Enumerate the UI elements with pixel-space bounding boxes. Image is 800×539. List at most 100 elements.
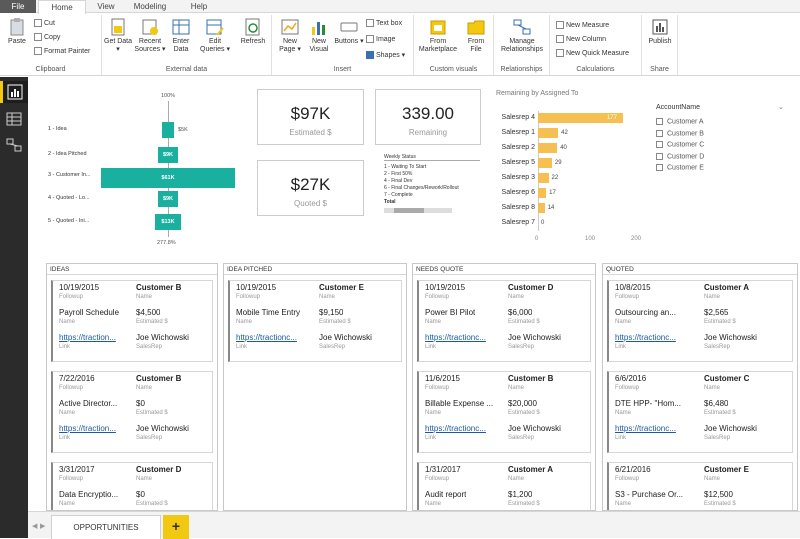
kpi-remaining-card[interactable]: 339.00 Remaining bbox=[375, 89, 481, 145]
page-tab-opportunities[interactable]: OPPORTUNITIES bbox=[51, 515, 161, 539]
bar[interactable] bbox=[538, 128, 559, 138]
checkbox[interactable] bbox=[656, 164, 663, 171]
funnel-top-percent: 100% bbox=[161, 93, 176, 99]
kanban-card[interactable]: 3/31/2017 Followup Customer D Name Data Encr… bbox=[51, 462, 213, 510]
new-visual-button[interactable]: New Visual bbox=[306, 17, 332, 54]
kanban-card[interactable]: 7/22/2016 Followup Customer B Name Active Di… bbox=[51, 371, 213, 453]
external-data-group-label: External data bbox=[165, 66, 208, 73]
bar-category-label: Salesrep 5 bbox=[501, 159, 535, 166]
tab-view[interactable]: View bbox=[94, 0, 118, 13]
checkbox[interactable] bbox=[656, 129, 663, 137]
card-estimated-amount: $12,500 bbox=[704, 490, 733, 499]
model-view-icon[interactable] bbox=[6, 137, 22, 153]
card-link[interactable]: https://tractionc... bbox=[615, 333, 676, 342]
bar[interactable] bbox=[538, 188, 547, 198]
kanban-card[interactable]: 10/8/2015 Followup Customer A Name Outsourci… bbox=[607, 280, 793, 362]
card-followup-label: Followup bbox=[615, 294, 640, 300]
card-link[interactable]: https://tractionc... bbox=[425, 424, 486, 433]
shapes-button[interactable]: Shapes ▾ bbox=[366, 51, 405, 61]
card-followup-date: 7/22/2016 bbox=[59, 374, 95, 383]
manage-relationships-button[interactable]: Manage Relationships bbox=[496, 17, 548, 54]
weekly-status-table[interactable]: Weekly Status 1 - Waiting To Start 2 - F… bbox=[384, 154, 480, 213]
card-description: DTE HPP- "Hom... bbox=[615, 399, 681, 408]
card-link[interactable]: https://tractionc... bbox=[236, 333, 297, 342]
recent-sources-button[interactable]: Recent Sources ▾ bbox=[134, 17, 166, 54]
get-data-button[interactable]: Get Data ▾ bbox=[104, 17, 132, 54]
kanban-card[interactable]: 10/19/2015 Followup Customer B Name Payroll … bbox=[51, 280, 213, 362]
funnel-bar[interactable]: $13K bbox=[154, 214, 182, 230]
tab-home[interactable]: Home bbox=[38, 0, 86, 14]
format-painter-button[interactable]: Format Painter bbox=[34, 47, 90, 57]
funnel-bar[interactable] bbox=[162, 122, 174, 138]
refresh-button[interactable]: Refresh bbox=[238, 17, 268, 46]
new-page-button[interactable]: New Page ▾ bbox=[276, 17, 304, 54]
kanban-card[interactable]: 10/19/2015 Followup Customer E Name Mobile T… bbox=[228, 280, 402, 362]
funnel-bar[interactable]: $61K bbox=[101, 168, 235, 188]
card-link[interactable]: https://traction... bbox=[59, 333, 116, 342]
copy-button[interactable]: Copy bbox=[34, 33, 60, 43]
edit-queries-button[interactable]: Edit Queries ▾ bbox=[198, 17, 232, 54]
publish-button[interactable]: Publish bbox=[644, 17, 676, 46]
funnel-bar[interactable]: $9K bbox=[157, 147, 179, 163]
card-salesrep-label: SalesRep bbox=[704, 344, 731, 350]
slicer-item[interactable]: Customer C bbox=[656, 141, 704, 148]
card-name-label: Name bbox=[425, 501, 442, 507]
kpi-quoted-label: Quoted $ bbox=[294, 199, 327, 208]
checkbox[interactable] bbox=[656, 118, 663, 125]
funnel-bar[interactable]: $9K bbox=[157, 191, 179, 207]
kanban-card[interactable]: 1/31/2017 Followup Customer A Name Audit rep… bbox=[417, 462, 591, 510]
card-followup-label: Followup bbox=[425, 294, 450, 300]
add-page-button[interactable]: + bbox=[163, 515, 189, 539]
prev-page-icon[interactable]: ◀ bbox=[32, 522, 37, 530]
ribbon: Paste Cut Copy Format Painter Clipboard … bbox=[0, 13, 800, 76]
text-box-button[interactable]: Text box bbox=[366, 19, 402, 29]
next-page-icon[interactable]: ▶ bbox=[40, 522, 45, 530]
tab-modeling[interactable]: Modeling bbox=[128, 0, 172, 13]
kanban-card[interactable]: 10/19/2015 Followup Customer D Name Power BI… bbox=[417, 280, 591, 362]
new-column-button[interactable]: New Column bbox=[556, 35, 606, 45]
bar[interactable] bbox=[538, 173, 549, 183]
buttons-button[interactable]: Buttons ▾ bbox=[334, 17, 364, 46]
card-followup-label: Followup bbox=[615, 385, 640, 391]
slicer-title: AccountName bbox=[656, 104, 700, 111]
paste-button[interactable]: Paste bbox=[4, 17, 30, 46]
data-view-icon[interactable] bbox=[6, 111, 22, 127]
card-name-label: Name bbox=[704, 476, 721, 482]
enter-data-button[interactable]: Enter Data bbox=[168, 17, 194, 54]
image-button[interactable]: Image bbox=[366, 35, 395, 45]
from-file-button[interactable]: From File bbox=[462, 17, 490, 54]
card-name-label: Name bbox=[136, 385, 153, 391]
kanban-column: NEEDS QUOTE 10/19/2015 Followup Customer D N… bbox=[412, 263, 596, 511]
chevron-down-icon[interactable]: ⌄ bbox=[778, 103, 784, 111]
slicer-item[interactable]: Customer B bbox=[656, 129, 704, 137]
kanban-column-title: NEEDS QUOTE bbox=[413, 264, 595, 275]
bar[interactable] bbox=[538, 203, 545, 213]
kpi-quoted-card[interactable]: $27K Quoted $ bbox=[257, 160, 364, 216]
kpi-estimated-card[interactable]: $97K Estimated $ bbox=[257, 89, 364, 145]
slicer-item[interactable]: Customer E bbox=[656, 164, 704, 171]
kanban-card[interactable]: 11/6/2015 Followup Customer B Name Billable … bbox=[417, 371, 591, 453]
kanban-card[interactable]: 6/21/2016 Followup Customer E Name S3 - Purc… bbox=[607, 462, 793, 510]
card-link[interactable]: https://tractionc... bbox=[425, 333, 486, 342]
bar[interactable] bbox=[538, 143, 558, 153]
card-description: Active Director... bbox=[59, 399, 118, 408]
bar[interactable] bbox=[538, 158, 552, 168]
slicer-item[interactable]: Customer D bbox=[656, 152, 704, 160]
checkbox[interactable] bbox=[656, 152, 663, 160]
card-link[interactable]: https://traction... bbox=[59, 424, 116, 433]
tab-help[interactable]: Help bbox=[186, 0, 212, 13]
checkbox[interactable] bbox=[656, 141, 663, 148]
cut-button[interactable]: Cut bbox=[34, 19, 55, 29]
slicer-item[interactable]: Customer A bbox=[656, 118, 704, 125]
new-quick-measure-button[interactable]: New Quick Measure bbox=[556, 49, 629, 59]
weekly-status-scrollbar[interactable] bbox=[384, 208, 452, 213]
scrollbar-thumb[interactable] bbox=[394, 208, 424, 213]
tab-file[interactable]: File bbox=[0, 0, 36, 13]
left-navigation bbox=[0, 77, 28, 538]
report-view-button[interactable] bbox=[0, 81, 28, 103]
marketplace-icon bbox=[430, 20, 446, 35]
new-measure-button[interactable]: New Measure bbox=[556, 21, 609, 31]
kanban-card[interactable]: 6/6/2016 Followup Customer C Name DTE HPP- "… bbox=[607, 371, 793, 453]
card-link[interactable]: https://tractionc... bbox=[615, 424, 676, 433]
from-marketplace-button[interactable]: From Marketplace bbox=[416, 17, 460, 54]
